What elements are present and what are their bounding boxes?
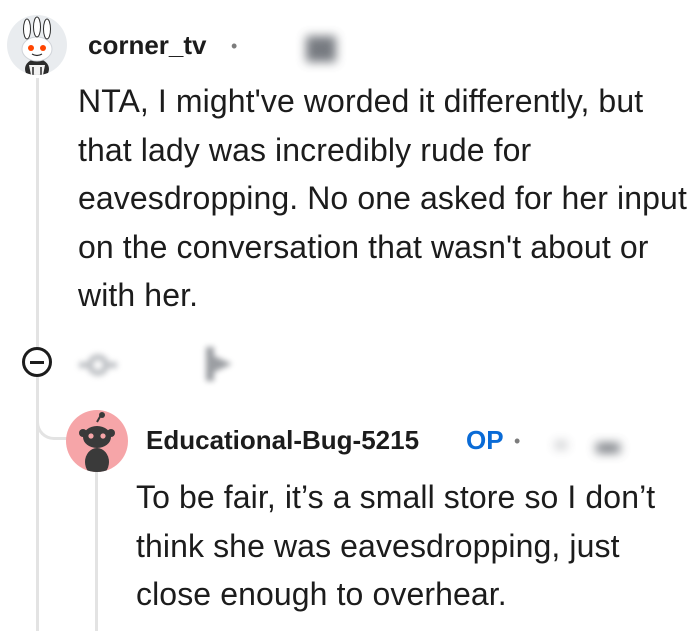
comment-body: To be fair, it’s a small store so I don’… xyxy=(136,479,656,612)
minus-circle-icon xyxy=(30,360,44,364)
blurred-timestamp xyxy=(596,443,620,453)
comment-username[interactable]: Educational-Bug-5215 xyxy=(146,425,419,456)
snoo-avatar-icon xyxy=(79,412,115,472)
blurred-metadata xyxy=(555,441,567,449)
snoo-avatar-icon xyxy=(21,16,53,75)
award-icon[interactable] xyxy=(75,347,121,383)
comment-username[interactable]: corner_tv xyxy=(88,30,207,61)
separator-dot: • xyxy=(231,36,238,56)
reply-thread-line xyxy=(95,470,98,631)
avatar[interactable] xyxy=(66,410,128,472)
collapse-thread-button[interactable] xyxy=(22,347,52,377)
blurred-timestamp xyxy=(306,36,336,62)
op-badge: OP xyxy=(466,425,504,455)
thread-branch-line xyxy=(36,400,70,440)
comment-body: NTA, I might've worded it differently, b… xyxy=(78,83,687,313)
separator-dot: • xyxy=(514,431,521,451)
share-icon[interactable] xyxy=(200,343,236,385)
avatar[interactable] xyxy=(7,15,67,75)
